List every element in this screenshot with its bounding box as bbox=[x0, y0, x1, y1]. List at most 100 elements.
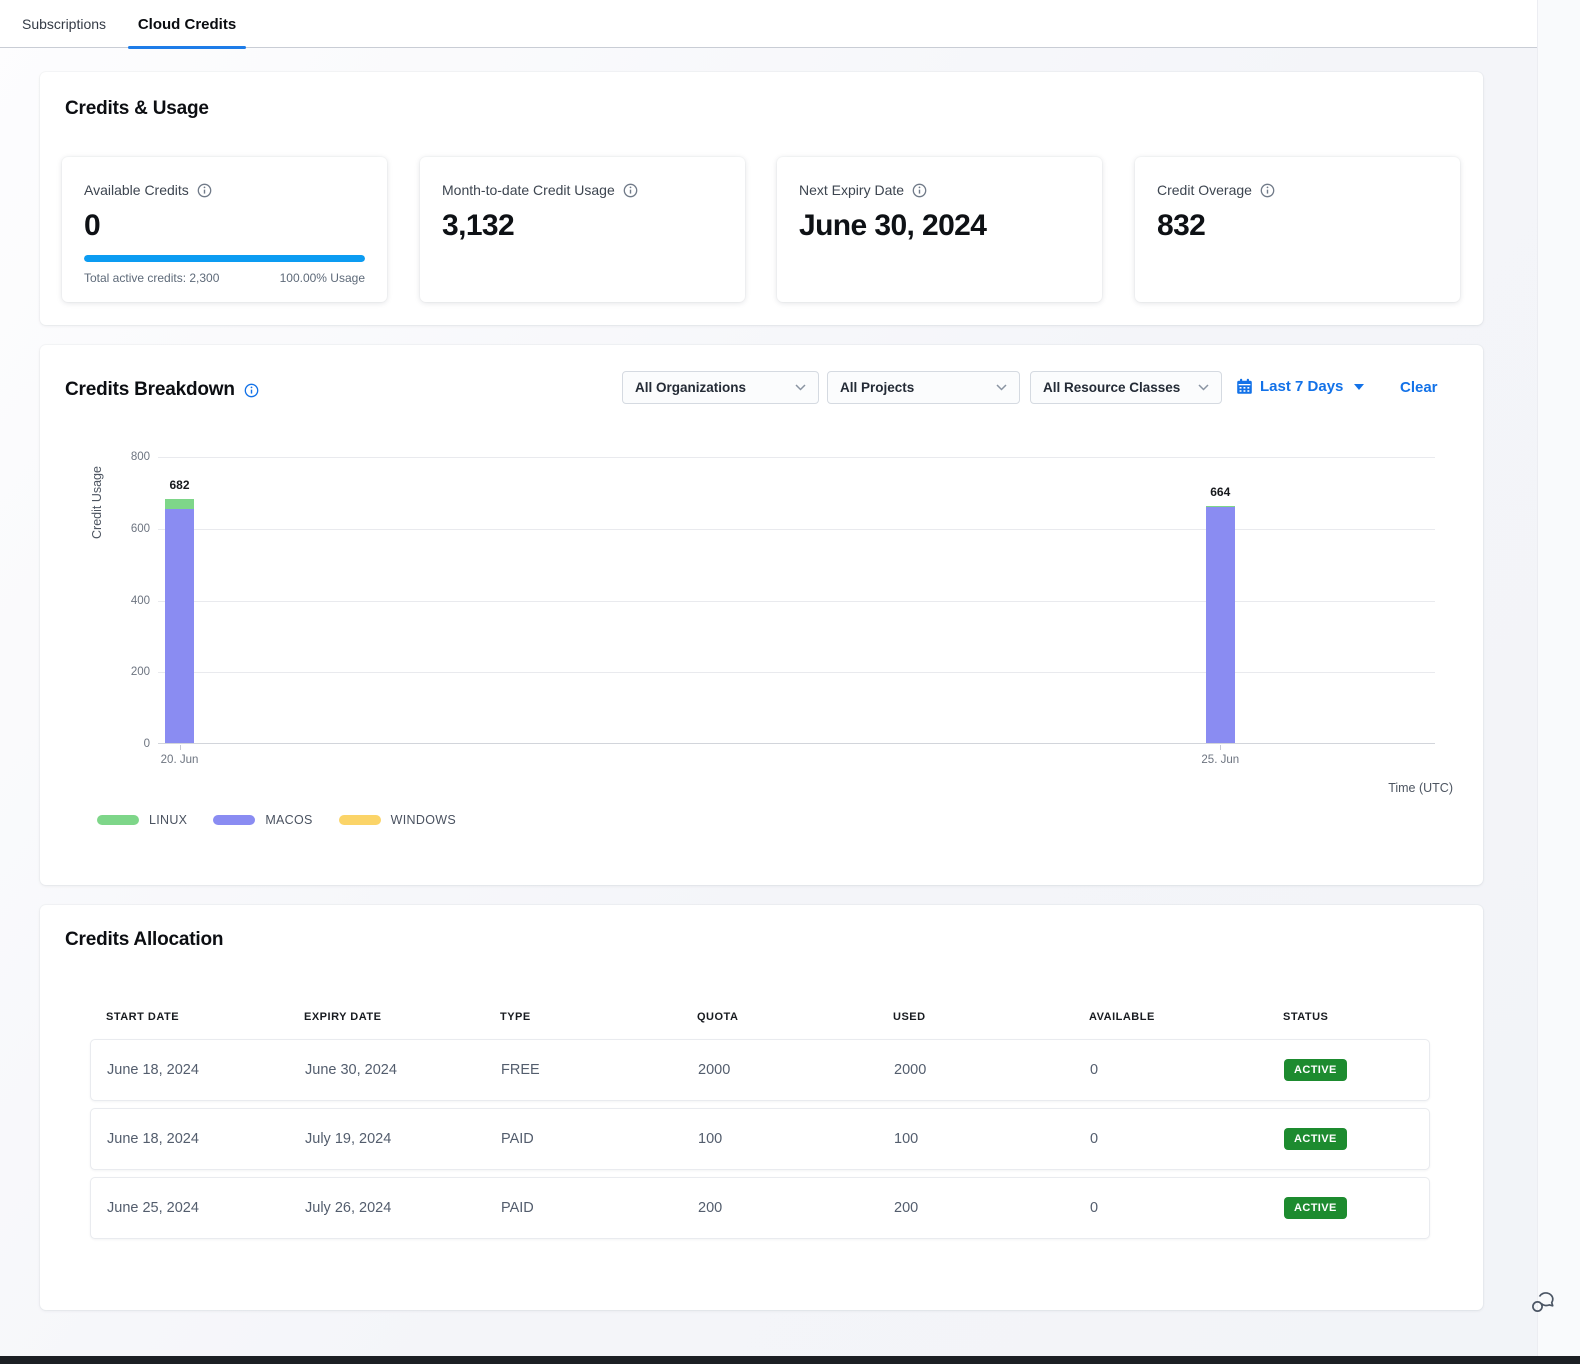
credits-allocation-title: Credits Allocation bbox=[65, 929, 223, 951]
legend-swatch bbox=[97, 815, 139, 825]
legend-label: WINDOWS bbox=[391, 813, 456, 827]
table-row: June 25, 2024July 26, 2024PAID2002000ACT… bbox=[90, 1177, 1430, 1239]
next-expiry-label-row: Next Expiry Date bbox=[799, 182, 1080, 198]
legend-item-linux[interactable]: LINUX bbox=[97, 813, 187, 827]
organizations-dropdown[interactable]: All Organizations bbox=[622, 371, 819, 404]
clear-filters-button[interactable]: Clear bbox=[1400, 379, 1438, 396]
credits-allocation-title-text: Credits Allocation bbox=[65, 929, 223, 951]
allocation-table-header: START DATEEXPIRY DATETYPEQUOTAUSEDAVAILA… bbox=[90, 1011, 1430, 1023]
credits-progress-fill bbox=[84, 255, 365, 262]
chevron-down-icon bbox=[1198, 384, 1209, 391]
cell-quota: 2000 bbox=[698, 1062, 894, 1078]
info-icon[interactable] bbox=[197, 183, 212, 198]
chart-gridline bbox=[158, 529, 1435, 530]
credits-usage-title-text: Credits & Usage bbox=[65, 98, 209, 120]
cell-used: 100 bbox=[894, 1131, 1090, 1147]
column-header: TYPE bbox=[500, 1011, 697, 1023]
credits-progress-bar bbox=[84, 255, 365, 262]
cell-used: 2000 bbox=[894, 1062, 1090, 1078]
legend-label: LINUX bbox=[149, 813, 187, 827]
tab-bar: Subscriptions Cloud Credits bbox=[0, 0, 1537, 48]
chart-x-axis-title: Time (UTC) bbox=[1388, 781, 1453, 795]
info-icon[interactable] bbox=[1260, 183, 1275, 198]
info-icon[interactable] bbox=[623, 183, 638, 198]
chart-y-tick-label: 0 bbox=[144, 738, 150, 750]
info-icon[interactable] bbox=[244, 383, 259, 398]
credits-breakdown-panel: Credits Breakdown All Organizations All … bbox=[40, 345, 1483, 885]
tab-subscriptions[interactable]: Subscriptions bbox=[22, 0, 106, 48]
cell-used: 200 bbox=[894, 1200, 1090, 1216]
cell-available: 0 bbox=[1090, 1062, 1284, 1078]
chart-gridline bbox=[158, 457, 1435, 458]
cell-start-date: June 25, 2024 bbox=[107, 1200, 305, 1216]
info-icon[interactable] bbox=[912, 183, 927, 198]
cell-start-date: June 18, 2024 bbox=[107, 1131, 305, 1147]
chart-bar bbox=[1206, 506, 1235, 743]
total-active-credits: Total active credits: 2,300 bbox=[84, 271, 219, 285]
date-range-filter[interactable]: Last 7 Days bbox=[1236, 378, 1364, 395]
cell-available: 0 bbox=[1090, 1131, 1284, 1147]
chart-y-tick-label: 800 bbox=[131, 451, 150, 463]
column-header: START DATE bbox=[106, 1011, 304, 1023]
date-range-value: Last 7 Days bbox=[1260, 378, 1343, 395]
bottom-window-edge bbox=[0, 1356, 1580, 1364]
column-header: EXPIRY DATE bbox=[304, 1011, 500, 1023]
mtd-usage-value: 3,132 bbox=[442, 209, 723, 242]
column-header: QUOTA bbox=[697, 1011, 893, 1023]
projects-dropdown-value: All Projects bbox=[840, 380, 914, 395]
status-badge: ACTIVE bbox=[1284, 1128, 1347, 1150]
credit-overage-label-row: Credit Overage bbox=[1157, 182, 1438, 198]
cell-start-date: June 18, 2024 bbox=[107, 1062, 305, 1078]
cell-type: PAID bbox=[501, 1200, 698, 1216]
legend-item-windows[interactable]: WINDOWS bbox=[339, 813, 456, 827]
scrollbar-gutter[interactable] bbox=[1537, 0, 1580, 1356]
usage-percent: 100.00% Usage bbox=[280, 271, 365, 285]
available-credits-card: Available Credits 0 Total active credits… bbox=[62, 157, 387, 302]
cell-quota: 100 bbox=[698, 1131, 894, 1147]
cell-type: FREE bbox=[501, 1062, 698, 1078]
credit-overage-label: Credit Overage bbox=[1157, 182, 1252, 198]
legend-label: MACOS bbox=[265, 813, 312, 827]
status-badge: ACTIVE bbox=[1284, 1197, 1347, 1219]
chart-x-tick-label: 20. Jun bbox=[161, 754, 199, 766]
projects-dropdown[interactable]: All Projects bbox=[827, 371, 1020, 404]
organizations-dropdown-value: All Organizations bbox=[635, 380, 746, 395]
cell-type: PAID bbox=[501, 1131, 698, 1147]
chart-gridline bbox=[158, 601, 1435, 602]
cell-quota: 200 bbox=[698, 1200, 894, 1216]
chart-y-tick-label: 400 bbox=[131, 595, 150, 607]
chart-x-axis-line bbox=[158, 743, 1435, 744]
next-expiry-label: Next Expiry Date bbox=[799, 182, 904, 198]
credits-breakdown-title: Credits Breakdown bbox=[65, 379, 259, 401]
available-credits-footer: Total active credits: 2,300 100.00% Usag… bbox=[84, 271, 365, 285]
calendar-icon bbox=[1236, 378, 1253, 395]
next-expiry-value: June 30, 2024 bbox=[799, 209, 1080, 242]
chart-legend: LINUX MACOS WINDOWS bbox=[97, 813, 456, 827]
chart-bar-segment-macos bbox=[1206, 507, 1235, 743]
credits-allocation-panel: Credits Allocation START DATEEXPIRY DATE… bbox=[40, 905, 1483, 1310]
available-credits-label: Available Credits bbox=[84, 182, 189, 198]
credits-usage-title: Credits & Usage bbox=[65, 98, 209, 120]
tab-cloud-credits[interactable]: Cloud Credits bbox=[128, 0, 246, 48]
available-credits-value: 0 bbox=[84, 209, 365, 242]
status-badge: ACTIVE bbox=[1284, 1059, 1347, 1081]
caret-down-icon bbox=[1354, 384, 1364, 390]
tab-cloud-credits-label: Cloud Credits bbox=[138, 16, 236, 33]
table-row: June 18, 2024June 30, 2024FREE200020000A… bbox=[90, 1039, 1430, 1101]
cell-expiry-date: June 30, 2024 bbox=[305, 1062, 501, 1078]
mtd-usage-card: Month-to-date Credit Usage 3,132 bbox=[420, 157, 745, 302]
chart-gridline bbox=[158, 672, 1435, 673]
chevron-down-icon bbox=[996, 384, 1007, 391]
chart-x-tick bbox=[1220, 745, 1221, 750]
chevron-down-icon bbox=[795, 384, 806, 391]
cell-expiry-date: July 19, 2024 bbox=[305, 1131, 501, 1147]
legend-item-macos[interactable]: MACOS bbox=[213, 813, 312, 827]
support-chat-icon[interactable] bbox=[1528, 1288, 1558, 1318]
resource-classes-dropdown[interactable]: All Resource Classes bbox=[1030, 371, 1222, 404]
credit-overage-card: Credit Overage 832 bbox=[1135, 157, 1460, 302]
column-header: STATUS bbox=[1283, 1011, 1430, 1023]
cell-expiry-date: July 26, 2024 bbox=[305, 1200, 501, 1216]
chart-bar-value-label: 664 bbox=[1210, 485, 1230, 499]
chart-x-tick-label: 25. Jun bbox=[1201, 754, 1239, 766]
credits-breakdown-title-text: Credits Breakdown bbox=[65, 379, 235, 401]
